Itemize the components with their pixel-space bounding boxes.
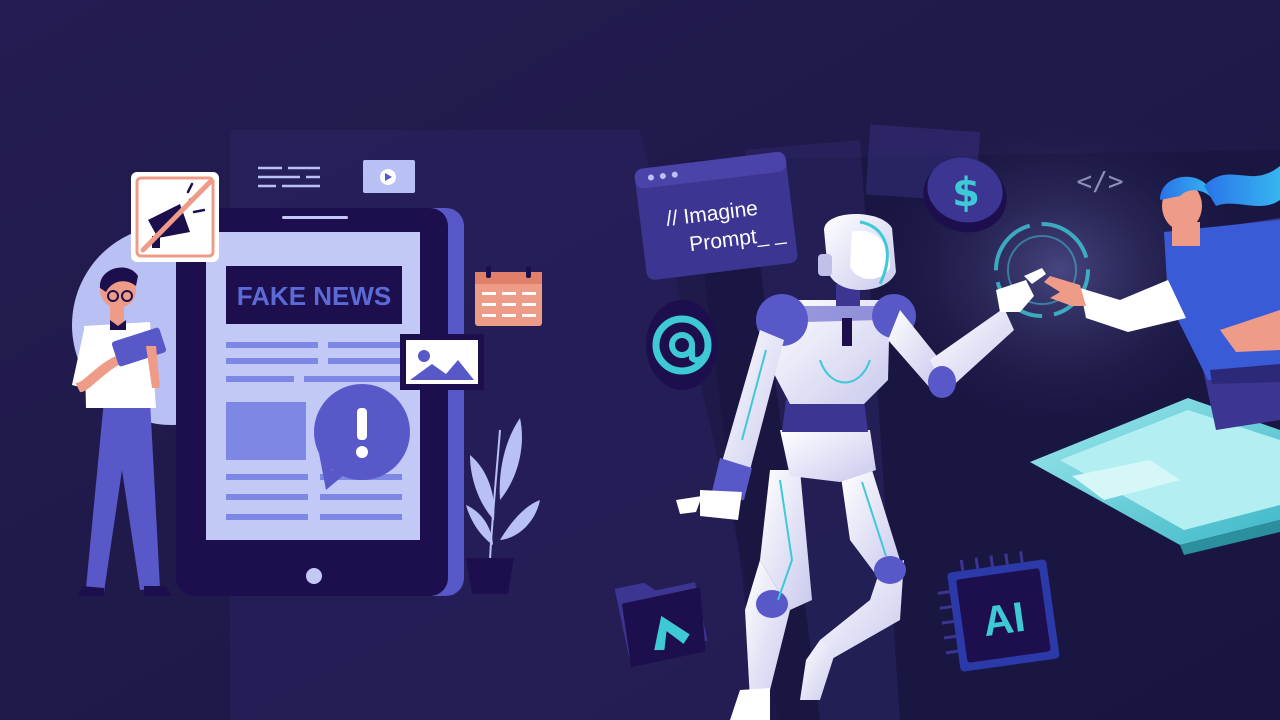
video-play-icon bbox=[363, 160, 415, 193]
dollar-sign: $ bbox=[952, 170, 980, 216]
tablet-home-button bbox=[306, 568, 322, 584]
fake-news-headline: FAKE NEWS bbox=[237, 281, 392, 311]
chip-label: AI bbox=[980, 593, 1028, 645]
no-megaphone-icon bbox=[131, 172, 219, 262]
illustration-canvas: FAKE NEWS // Imagine Prompt_ _ $ </> AI bbox=[0, 0, 1280, 720]
code-tag-icon: </> bbox=[1077, 167, 1124, 197]
image-icon bbox=[400, 334, 484, 390]
article-image-block bbox=[226, 402, 306, 460]
calendar-icon bbox=[475, 266, 542, 326]
tablet: FAKE NEWS bbox=[176, 208, 464, 596]
at-sign-icon bbox=[646, 300, 718, 390]
prompt-card: // Imagine Prompt_ _ bbox=[634, 151, 798, 280]
